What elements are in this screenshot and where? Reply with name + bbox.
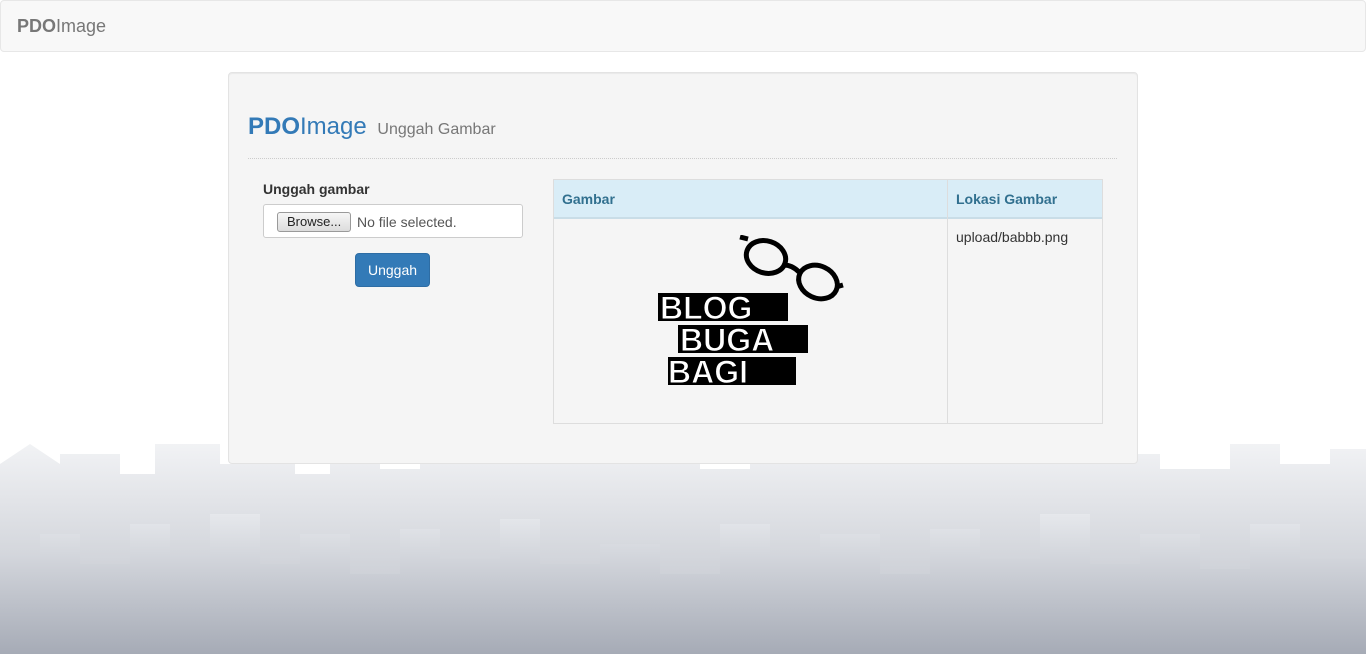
column-divider (947, 180, 948, 423)
table-header: Gambar Lokasi Gambar (554, 180, 1102, 219)
page-title: PDOImage Unggah Gambar (248, 113, 496, 141)
brand-bold-text: PDO (17, 16, 57, 36)
logo-line-2: BUGA (680, 322, 774, 358)
title-rest-text: Image (300, 113, 367, 140)
logo-line-3: BAGI (668, 354, 748, 387)
title-bold-text: PDO (248, 113, 301, 140)
column-header-location: Lokasi Gambar (956, 191, 1058, 207)
city-skyline-background (0, 434, 1366, 654)
logo-line-1: BLOG (660, 290, 752, 326)
file-input[interactable]: Browse... No file selected. (263, 204, 523, 238)
header-divider (248, 158, 1117, 159)
file-status-text: No file selected. (357, 214, 457, 230)
top-navbar: PDOImage (0, 0, 1366, 52)
uploaded-image-thumbnail: BLOG BUGA BAGI (658, 235, 844, 387)
upload-label: Unggah gambar (263, 181, 370, 197)
navbar-brand-link[interactable]: PDOImage (17, 16, 106, 37)
browse-button[interactable]: Browse... (277, 212, 352, 232)
page-subtitle: Unggah Gambar (377, 121, 496, 138)
main-panel: PDOImage Unggah Gambar Unggah gambar Bro… (228, 72, 1138, 464)
image-location-cell: upload/babbb.png (956, 229, 1069, 245)
upload-submit-button[interactable]: Unggah (355, 253, 430, 287)
brand-rest-text: Image (56, 16, 107, 36)
column-header-image: Gambar (562, 191, 615, 207)
image-table: Gambar Lokasi Gambar BLOG BUGA BAGI uplo… (553, 179, 1103, 424)
